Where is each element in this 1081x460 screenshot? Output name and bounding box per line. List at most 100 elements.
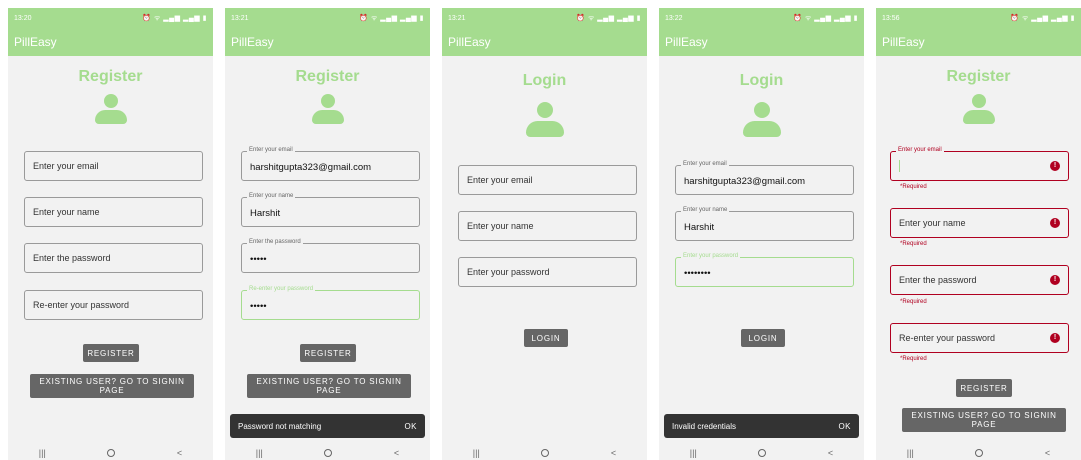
recents-icon[interactable]: ||| xyxy=(39,448,46,458)
password-field[interactable]: Enter your password •••••••• xyxy=(675,253,854,287)
signin-page-button[interactable]: EXISTING USER? GO TO SIGNIN PAGE xyxy=(30,374,194,398)
name-value: Harshit xyxy=(684,222,715,233)
back-icon[interactable]: < xyxy=(394,448,399,458)
recents-icon[interactable]: ||| xyxy=(690,448,697,458)
back-icon[interactable]: < xyxy=(828,448,833,458)
back-icon[interactable]: < xyxy=(1045,448,1050,458)
status-time: 13:56 xyxy=(882,14,900,22)
password-value: •••••••• xyxy=(684,268,711,279)
status-bar: 13:20 ⏰ ᯤ ▂▄▆ ▂▄▆ ▮ xyxy=(8,8,213,28)
status-icons: ⏰ ᯤ ▂▄▆ ▂▄▆ ▮ xyxy=(793,14,858,22)
email-field[interactable]: Enter your email harshitgupta323@gmail.c… xyxy=(675,161,854,195)
recents-icon[interactable]: ||| xyxy=(907,448,914,458)
password-error-text: *Required xyxy=(900,299,927,305)
confirm-password-placeholder: Re-enter your password xyxy=(33,300,130,310)
login-button[interactable]: LOGIN xyxy=(524,329,568,347)
name-placeholder: Enter your name xyxy=(467,221,534,231)
register-button[interactable]: REGISTER xyxy=(300,344,356,362)
signin-page-button[interactable]: EXISTING USER? GO TO SIGNIN PAGE xyxy=(902,408,1066,432)
name-placeholder: Enter your name xyxy=(33,207,100,217)
password-field[interactable]: Enter the password ! xyxy=(890,265,1069,295)
recents-icon[interactable]: ||| xyxy=(473,448,480,458)
register-button[interactable]: REGISTER xyxy=(83,344,139,362)
page-title: Register xyxy=(78,68,143,85)
email-error-text: *Required xyxy=(900,184,927,190)
confirm-password-field[interactable]: Re-enter your password ••••• xyxy=(241,286,420,320)
login-button[interactable]: LOGIN xyxy=(741,329,785,347)
home-icon[interactable] xyxy=(975,449,984,457)
phone-screen-register: 13:20 ⏰ ᯤ ▂▄▆ ▂▄▆ ▮ PillEasy Register En… xyxy=(8,8,213,460)
status-bar: 13:22 ⏰ ᯤ ▂▄▆ ▂▄▆ ▮ xyxy=(659,8,864,28)
app-bar-title: PillEasy xyxy=(876,28,1081,56)
recents-icon[interactable]: ||| xyxy=(256,448,263,458)
status-bar: 13:56 ⏰ ᯤ ▂▄▆ ▂▄▆ ▮ xyxy=(876,8,1081,28)
home-icon[interactable] xyxy=(107,449,116,457)
password-label: Enter the password xyxy=(247,239,303,245)
page-title: Login xyxy=(522,72,567,89)
email-field[interactable]: Enter your email harshitgupta323@gmail.c… xyxy=(241,147,420,181)
password-field[interactable]: Enter your password xyxy=(458,257,637,287)
home-icon[interactable] xyxy=(324,449,333,457)
status-time: 13:21 xyxy=(231,14,249,22)
snackbar: Password not matching OK xyxy=(230,414,425,438)
system-nav-bar: ||| < xyxy=(225,444,430,460)
user-avatar-icon xyxy=(311,94,345,128)
register-button[interactable]: REGISTER xyxy=(956,379,1012,397)
name-field[interactable]: Enter your name Harshit xyxy=(675,207,854,241)
password-label: Enter your password xyxy=(681,253,741,259)
back-icon[interactable]: < xyxy=(177,448,182,458)
email-value: harshitgupta323@gmail.com xyxy=(250,162,372,173)
screenshot-strip: 13:20 ⏰ ᯤ ▂▄▆ ▂▄▆ ▮ PillEasy Register En… xyxy=(0,0,1081,460)
status-time: 13:22 xyxy=(665,14,683,22)
snackbar-ok-button[interactable]: OK xyxy=(404,422,417,431)
password-field[interactable]: Enter the password ••••• xyxy=(241,239,420,273)
app-bar-title: PillEasy xyxy=(659,28,864,56)
status-icons: ⏰ ᯤ ▂▄▆ ▂▄▆ ▮ xyxy=(576,14,641,22)
user-avatar-icon xyxy=(94,94,128,128)
status-icons: ⏰ ᯤ ▂▄▆ ▂▄▆ ▮ xyxy=(359,14,424,22)
status-time: 13:21 xyxy=(448,14,466,22)
name-field[interactable]: Enter your name Harshit xyxy=(241,193,420,227)
app-bar-title: PillEasy xyxy=(442,28,647,56)
email-label: Enter your email xyxy=(681,161,729,167)
name-value: Harshit xyxy=(250,208,281,219)
email-placeholder: Enter your email xyxy=(33,161,99,171)
system-nav-bar: ||| < xyxy=(8,444,213,460)
confirm-password-field[interactable]: Re-enter your password ! xyxy=(890,323,1069,353)
system-nav-bar: ||| < xyxy=(876,444,1081,460)
confirm-password-value: ••••• xyxy=(250,301,267,312)
status-icons: ⏰ ᯤ ▂▄▆ ▂▄▆ ▮ xyxy=(1010,14,1075,22)
app-bar-title: PillEasy xyxy=(225,28,430,56)
name-field[interactable]: Enter your name xyxy=(24,197,203,227)
phone-screen-register-filled: 13:21 ⏰ ᯤ ▂▄▆ ▂▄▆ ▮ PillEasy Register En… xyxy=(225,8,430,460)
status-bar: 13:21 ⏰ ᯤ ▂▄▆ ▂▄▆ ▮ xyxy=(225,8,430,28)
user-avatar-icon xyxy=(525,102,565,142)
snackbar: Invalid credentials OK xyxy=(664,414,859,438)
password-field[interactable]: Enter the password xyxy=(24,243,203,273)
page-title: Register xyxy=(946,68,1011,85)
confirm-password-field[interactable]: Re-enter your password xyxy=(24,290,203,320)
error-icon: ! xyxy=(1050,333,1060,343)
email-label: Enter your email xyxy=(247,147,295,153)
status-icons: ⏰ ᯤ ▂▄▆ ▂▄▆ ▮ xyxy=(142,14,207,22)
email-field[interactable]: Enter your email ! xyxy=(890,147,1069,181)
phone-screen-login-filled: 13:22 ⏰ ᯤ ▂▄▆ ▂▄▆ ▮ PillEasy Login Enter… xyxy=(659,8,864,460)
home-icon[interactable] xyxy=(541,449,550,457)
email-field[interactable]: Enter your email xyxy=(24,151,203,181)
name-field[interactable]: Enter your name xyxy=(458,211,637,241)
system-nav-bar: ||| < xyxy=(659,444,864,460)
name-label: Enter your name xyxy=(681,207,730,213)
email-field[interactable]: Enter your email xyxy=(458,165,637,195)
name-field[interactable]: Enter your name ! xyxy=(890,208,1069,238)
confirm-password-error-text: *Required xyxy=(900,356,927,362)
snackbar-ok-button[interactable]: OK xyxy=(838,422,851,431)
signin-page-button[interactable]: EXISTING USER? GO TO SIGNIN PAGE xyxy=(247,374,411,398)
snackbar-message: Password not matching xyxy=(238,421,322,431)
home-icon[interactable] xyxy=(758,449,767,457)
name-placeholder: Enter your name xyxy=(899,218,966,228)
password-placeholder: Enter the password xyxy=(899,275,977,285)
back-icon[interactable]: < xyxy=(611,448,616,458)
error-icon: ! xyxy=(1050,218,1060,228)
app-bar-title: PillEasy xyxy=(8,28,213,56)
status-time: 13:20 xyxy=(14,14,32,22)
